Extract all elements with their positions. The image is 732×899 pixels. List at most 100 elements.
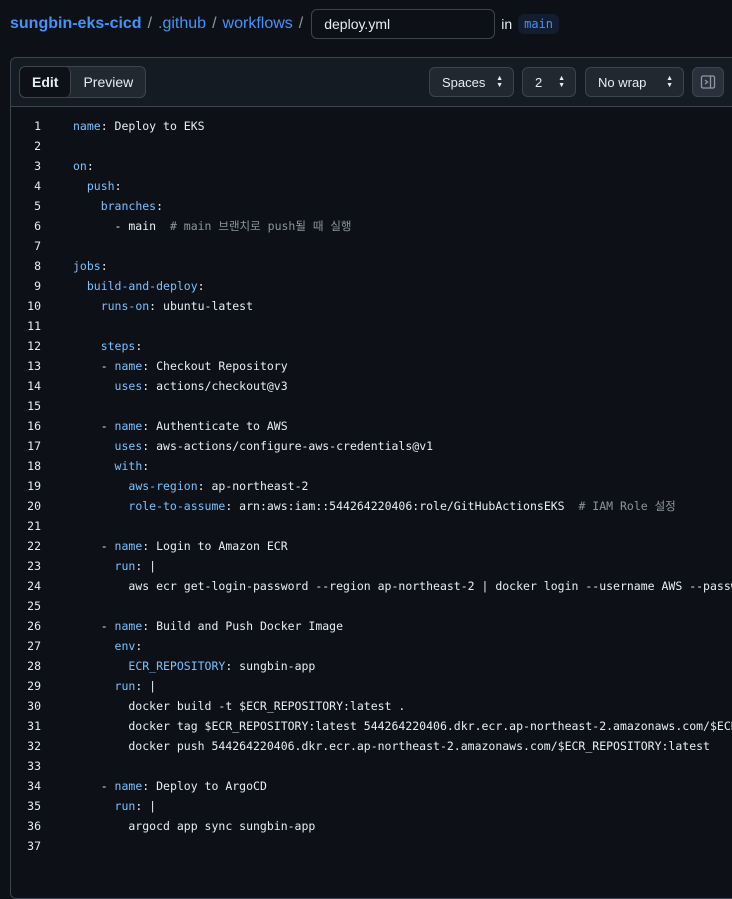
code-line[interactable]: 16 - name: Authenticate to AWS — [11, 416, 732, 436]
line-text[interactable]: docker push 544264220406.dkr.ecr.ap-nort… — [73, 736, 710, 756]
line-text[interactable]: uses: aws-actions/configure-aws-credenti… — [73, 436, 434, 456]
line-text[interactable]: run: | — [73, 796, 157, 816]
line-text[interactable]: push: — [73, 176, 122, 196]
line-text[interactable]: aws-region: ap-northeast-2 — [73, 476, 308, 496]
line-text[interactable]: - name: Login to Amazon ECR — [73, 536, 288, 556]
code-line[interactable]: 33 — [11, 756, 732, 776]
code-line[interactable]: 20 role-to-assume: arn:aws:iam::54426422… — [11, 496, 732, 516]
code-line[interactable]: 21 — [11, 516, 732, 536]
code-line[interactable]: 14 uses: actions/checkout@v3 — [11, 376, 732, 396]
line-text[interactable]: steps: — [73, 336, 143, 356]
code-line[interactable]: 3 on: — [11, 156, 732, 176]
line-text[interactable]: docker build -t $ECR_REPOSITORY:latest . — [73, 696, 405, 716]
code-line[interactable]: 34 - name: Deploy to ArgoCD — [11, 776, 732, 796]
line-number: 26 — [27, 619, 41, 633]
code-text: : — [156, 199, 164, 213]
code-line[interactable]: 37 — [11, 836, 732, 856]
line-number: 20 — [27, 499, 41, 513]
wrap-mode-select[interactable]: No wrap ▲ ▼ — [585, 67, 684, 97]
line-text[interactable]: ECR_REPOSITORY: sungbin-app — [73, 656, 315, 676]
breadcrumb-github-folder-link[interactable]: .github — [158, 15, 206, 33]
code-line[interactable]: 36 argocd app sync sungbin-app — [11, 816, 732, 836]
line-text[interactable]: build-and-deploy: — [73, 276, 205, 296]
code-line[interactable]: 7 — [11, 236, 732, 256]
up-down-caret-icon: ▲ ▼ — [666, 75, 673, 89]
line-text[interactable]: uses: actions/checkout@v3 — [73, 376, 288, 396]
line-text[interactable]: with: — [73, 456, 150, 476]
code-line[interactable]: 30 docker build -t $ECR_REPOSITORY:lates… — [11, 696, 732, 716]
line-text[interactable]: name: Deploy to EKS — [73, 116, 205, 136]
code-line[interactable]: 29 run: | — [11, 676, 732, 696]
yaml-key: name — [114, 539, 143, 553]
code-line[interactable]: 23 run: | — [11, 556, 732, 576]
indent-size-select[interactable]: 2 ▲ ▼ — [522, 67, 576, 97]
line-number: 18 — [27, 459, 41, 473]
code-line[interactable]: 2 — [11, 136, 732, 156]
code-line[interactable]: 28 ECR_REPOSITORY: sungbin-app — [11, 656, 732, 676]
line-number: 2 — [34, 139, 41, 153]
breadcrumb-repo-link[interactable]: sungbin-eks-cicd — [10, 15, 142, 33]
code-line[interactable]: 8 jobs: — [11, 256, 732, 276]
line-number: 12 — [27, 339, 41, 353]
line-number: 31 — [27, 719, 41, 733]
line-text[interactable]: docker tag $ECR_REPOSITORY:latest 544264… — [73, 716, 732, 736]
line-text[interactable]: role-to-assume: arn:aws:iam::54426422040… — [73, 496, 675, 516]
line-text[interactable]: argocd app sync sungbin-app — [73, 816, 315, 836]
code-line[interactable]: 35 run: | — [11, 796, 732, 816]
code-line[interactable]: 32 docker push 544264220406.dkr.ecr.ap-n… — [11, 736, 732, 756]
code-line[interactable]: 24 aws ecr get-login-password --region a… — [11, 576, 732, 596]
line-text[interactable]: branches: — [73, 196, 163, 216]
line-text[interactable]: - main # main 브랜치로 push될 때 실행 — [73, 216, 352, 236]
line-text[interactable]: aws ecr get-login-password --region ap-n… — [73, 576, 732, 596]
line-text[interactable]: - name: Authenticate to AWS — [73, 416, 288, 436]
line-number: 5 — [34, 199, 41, 213]
code-text: - — [73, 419, 115, 433]
toggle-sidebar-button[interactable] — [692, 67, 724, 97]
code-line[interactable]: 12 steps: — [11, 336, 732, 356]
code-lines[interactable]: 1 name: Deploy to EKS 2 3 on: 4 push: 5 branch… — [11, 116, 732, 856]
code-text: : Build and Push Docker Image — [142, 619, 344, 633]
line-text[interactable]: run: | — [73, 556, 157, 576]
yaml-key: on — [73, 159, 87, 173]
code-line[interactable]: 1 name: Deploy to EKS — [11, 116, 732, 136]
line-text[interactable]: runs-on: ubuntu-latest — [73, 296, 253, 316]
line-text[interactable]: env: — [73, 636, 143, 656]
code-line[interactable]: 13 - name: Checkout Repository — [11, 356, 732, 376]
line-number: 21 — [27, 519, 41, 533]
line-number: 9 — [34, 279, 41, 293]
code-line[interactable]: 25 — [11, 596, 732, 616]
code-line[interactable]: 26 - name: Build and Push Docker Image — [11, 616, 732, 636]
line-text[interactable]: - name: Checkout Repository — [73, 356, 288, 376]
line-number: 11 — [27, 319, 41, 333]
branch-badge[interactable]: main — [518, 14, 560, 34]
code-line[interactable]: 17 uses: aws-actions/configure-aws-crede… — [11, 436, 732, 456]
code-line[interactable]: 22 - name: Login to Amazon ECR — [11, 536, 732, 556]
code-text: docker build -t $ECR_REPOSITORY:latest . — [73, 699, 406, 713]
breadcrumb-workflows-folder-link[interactable]: workflows — [223, 15, 293, 33]
line-text[interactable]: - name: Deploy to ArgoCD — [73, 776, 267, 796]
indent-mode-select[interactable]: Spaces ▲ ▼ — [429, 67, 514, 97]
code-line[interactable]: 31 docker tag $ECR_REPOSITORY:latest 544… — [11, 716, 732, 736]
tab-edit[interactable]: Edit — [20, 67, 72, 97]
code-line[interactable]: 9 build-and-deploy: — [11, 276, 732, 296]
code-line[interactable]: 18 with: — [11, 456, 732, 476]
code-line[interactable]: 6 - main # main 브랜치로 push될 때 실행 — [11, 216, 732, 236]
line-text[interactable]: jobs: — [73, 256, 108, 276]
code-line[interactable]: 19 aws-region: ap-northeast-2 — [11, 476, 732, 496]
code-line[interactable]: 11 — [11, 316, 732, 336]
line-number: 10 — [27, 299, 41, 313]
line-text[interactable]: on: — [73, 156, 94, 176]
filename-input[interactable] — [311, 9, 496, 39]
code-line[interactable]: 10 runs-on: ubuntu-latest — [11, 296, 732, 316]
line-text[interactable]: - name: Build and Push Docker Image — [73, 616, 343, 636]
code-text: : — [197, 279, 205, 293]
code-line[interactable]: 15 — [11, 396, 732, 416]
line-text[interactable]: run: | — [73, 676, 157, 696]
code-text: : actions/checkout@v3 — [142, 379, 288, 393]
code-line[interactable]: 27 env: — [11, 636, 732, 656]
code-line[interactable]: 4 push: — [11, 176, 732, 196]
code-text: : aws-actions/configure-aws-credentials@… — [142, 439, 434, 453]
code-line[interactable]: 5 branches: — [11, 196, 732, 216]
tab-preview[interactable]: Preview — [71, 67, 145, 97]
